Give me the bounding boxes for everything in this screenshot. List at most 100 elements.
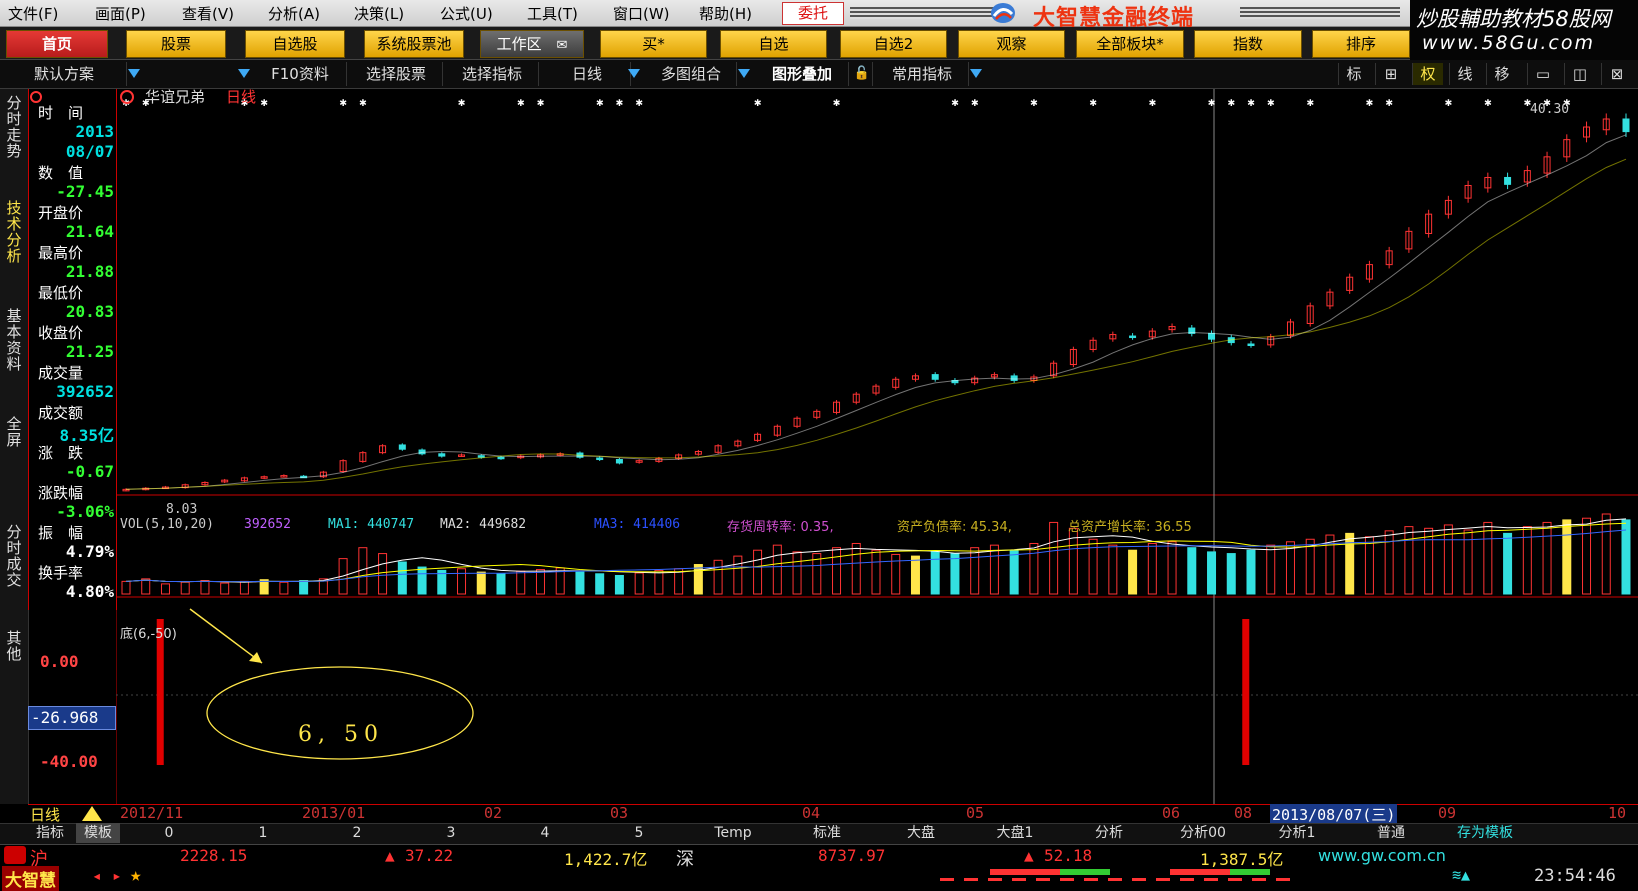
vol-legend-vol: 392652 [244, 517, 291, 532]
template-tab[interactable]: 大盘1 [970, 823, 1060, 843]
app-name: 大智慧 [2, 866, 59, 891]
template-tab[interactable]: Temp [688, 823, 778, 843]
nav-all-sectors-button[interactable]: 全部板块* [1076, 30, 1184, 58]
menu-formula[interactable]: 公式(U) [440, 3, 493, 24]
window-icon[interactable]: ▭ [1527, 63, 1558, 85]
vtab-other[interactable]: 其他 [2, 630, 26, 662]
menu-view[interactable]: 查看(V) [182, 3, 234, 24]
nav-stocks-button[interactable]: 股票 [126, 30, 226, 58]
overlay-button[interactable]: 图形叠加 [756, 62, 849, 86]
vtab-fundamentals[interactable]: 基本资料 [2, 308, 26, 372]
template-tab[interactable]: 大盘 [876, 823, 966, 843]
multi-chart-dropdown-icon[interactable] [738, 69, 750, 78]
trade-signal-mark: ✱ [517, 95, 524, 109]
entrust-button[interactable]: 委托 [782, 2, 844, 25]
vtab-intraday[interactable]: 分时走势 [2, 95, 26, 159]
volume-bar [397, 561, 407, 595]
template-tab[interactable]: 标准 [782, 823, 872, 843]
network-icon[interactable]: ≋▲ [1452, 866, 1470, 884]
select-stock-button[interactable]: 选择股票 [350, 62, 443, 86]
nav-index-button[interactable]: 指数 [1194, 30, 1302, 58]
common-indicator-select[interactable]: 常用指标 [876, 62, 969, 86]
common-indicator-dropdown-icon[interactable] [970, 69, 982, 78]
template-tab[interactable]: 2 [312, 823, 402, 843]
volume-bar [792, 551, 802, 595]
template-tab[interactable]: 1 [218, 823, 308, 843]
nav-watchlist-button[interactable]: 自选 [720, 30, 827, 58]
template-tab[interactable]: 分析1 [1252, 823, 1342, 843]
nav-stock-pool-button[interactable]: 系统股票池 [364, 30, 464, 58]
candle-body [1622, 118, 1630, 133]
vol-legend-ma2: MA2: 449682 [440, 517, 527, 532]
volume-bar [121, 580, 131, 595]
volume-bar [654, 569, 664, 595]
candle-body [497, 456, 505, 460]
menu-help[interactable]: 帮助(H) [699, 3, 752, 24]
volume-bar [417, 566, 427, 595]
sh-amount: 1,422.7亿 [564, 850, 648, 869]
candle-body [615, 459, 623, 464]
template-tab[interactable]: 模板 [76, 823, 120, 843]
trade-signal-mark: ✱ [537, 95, 544, 109]
split-window-icon[interactable]: ◫ [1564, 63, 1595, 85]
nav-sort-button[interactable]: 排序 [1312, 30, 1410, 58]
menu-analysis[interactable]: 分析(A) [268, 3, 320, 24]
candle-body [1247, 343, 1255, 347]
template-tab[interactable]: 分析00 [1158, 823, 1248, 843]
nav-watchlist2-button[interactable]: 自选2 [840, 30, 947, 58]
nav-watch-button[interactable]: 观察 [958, 30, 1065, 58]
info-label: 涨 跌 [38, 444, 84, 462]
menu-decision[interactable]: 决策(L) [354, 3, 404, 24]
time-label-10: 10 [1608, 804, 1627, 822]
indicator-axis-bottom: -40.00 [40, 752, 98, 771]
move-icon[interactable]: 移 [1486, 63, 1517, 85]
template-tab[interactable]: 分析 [1064, 823, 1154, 843]
crosshair-icon[interactable]: ⊞ [1375, 63, 1406, 85]
template-tab[interactable]: 指标 [28, 823, 72, 843]
prev-arrow-icon[interactable]: ◂ [92, 866, 102, 885]
next-arrow-icon[interactable]: ▸ [112, 866, 122, 885]
volume-bar [1226, 553, 1236, 595]
vol-legend-ma1: MA1: 440747 [328, 517, 415, 532]
trade-signal-mark: ✱ [359, 95, 366, 109]
period-up-icon[interactable] [82, 806, 102, 821]
vtab-technical[interactable]: 技术分析 [2, 200, 26, 264]
star-icon[interactable]: ★ [130, 864, 141, 886]
vtab-trades[interactable]: 分时成交 [2, 524, 26, 588]
period-select[interactable]: 日线 [544, 62, 631, 86]
template-tab[interactable]: 0 [124, 823, 214, 843]
annotation-arrow-line [189, 608, 263, 664]
scheme-dropdown-icon[interactable] [128, 69, 140, 78]
nav-buy-button[interactable]: 买* [600, 30, 707, 58]
f10-button[interactable]: F10资料 [254, 62, 347, 86]
menu-window[interactable]: 窗口(W) [613, 3, 670, 24]
menu-file[interactable]: 文件(F) [8, 3, 58, 24]
mark-icon[interactable]: 标 [1338, 63, 1369, 85]
brand-stripe-right [1240, 7, 1400, 19]
nav-favorites-button[interactable]: 自选股 [245, 30, 345, 58]
menu-screen[interactable]: 画面(P) [95, 3, 146, 24]
lock-icon[interactable]: 🔓 [852, 62, 873, 86]
code-dropdown-icon[interactable] [238, 69, 250, 78]
line-icon[interactable]: 线 [1449, 63, 1480, 85]
website-link[interactable]: www.gw.com.cn [1318, 846, 1446, 865]
vtab-fullscreen[interactable]: 全屏 [2, 416, 26, 448]
select-indicator-button[interactable]: 选择指标 [446, 62, 539, 86]
volume-bar [1384, 530, 1394, 595]
template-tab[interactable]: 4 [500, 823, 590, 843]
close-icon[interactable]: ⊠ [1601, 63, 1632, 85]
menu-tools[interactable]: 工具(T) [527, 3, 578, 24]
template-tab[interactable]: 普通 [1346, 823, 1436, 843]
nav-workspace-button[interactable]: 工作区 ✉ [480, 30, 584, 58]
scheme-select[interactable]: 默认方案 [2, 62, 127, 86]
template-tab[interactable]: 5 [594, 823, 684, 843]
multi-chart-select[interactable]: 多图组合 [646, 62, 737, 86]
period-dropdown-icon[interactable] [628, 69, 640, 78]
chart-area[interactable]: ✱ ✱ ✱ ✱ ✱ ✱ ✱ ✱ ✱ ✱ ✱ ✱ ✱ ✱ ✱ ✱ ✱ ✱ ✱ ✱ ✱ ✱ ✱ ✱ ✱ ✱ ✱ ✱ ✱ ✱ ✱ [116, 89, 1638, 804]
rights-icon[interactable]: 权 [1412, 63, 1443, 85]
nav-home-button[interactable]: 首页 [6, 30, 108, 58]
template-tab[interactable]: 存为模板 [1440, 823, 1530, 843]
template-tab[interactable]: 3 [406, 823, 496, 843]
time-label-09: 09 [1438, 804, 1457, 822]
volume-bar [713, 559, 723, 595]
